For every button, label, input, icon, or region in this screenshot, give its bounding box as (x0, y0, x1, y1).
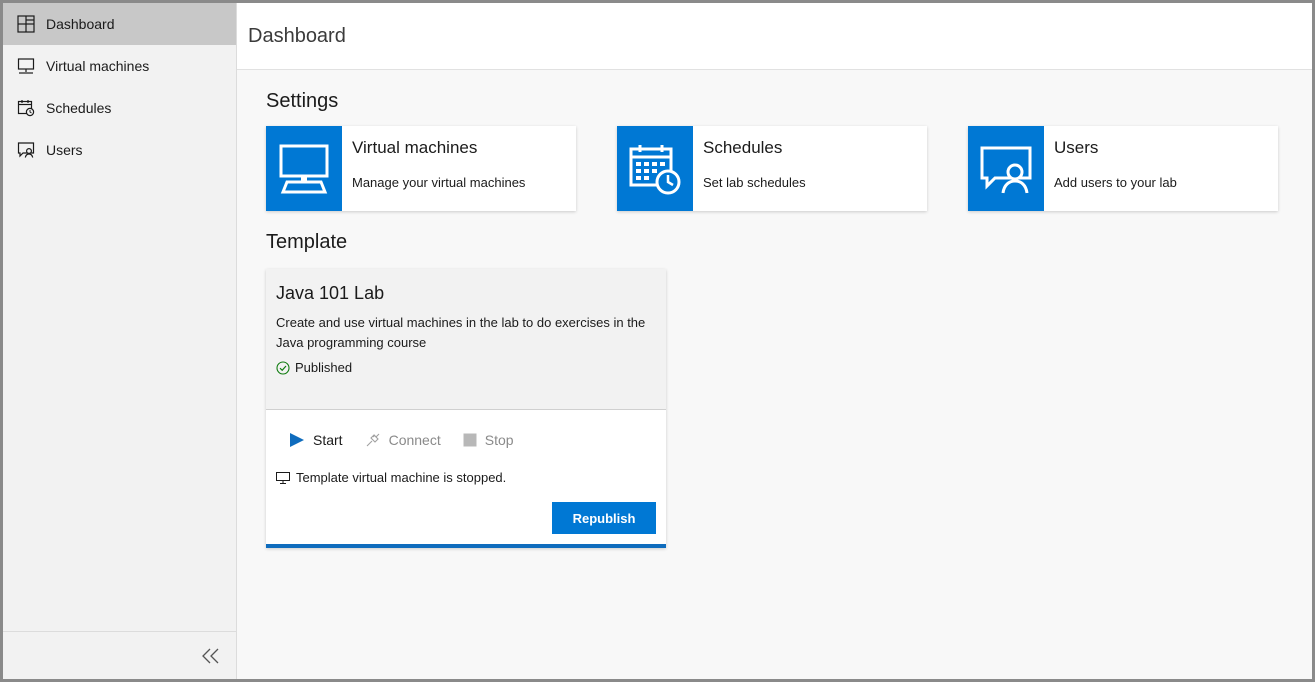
monitor-icon (17, 57, 35, 75)
template-card-header: Java 101 Lab Create and use virtual mach… (266, 269, 666, 410)
sidebar-item-label: Schedules (46, 100, 112, 116)
sidebar-item-users[interactable]: Users (3, 129, 236, 171)
template-card-accent-bar (266, 544, 666, 548)
sidebar-item-virtual-machines[interactable]: Virtual machines (3, 45, 236, 87)
stop-label: Stop (484, 432, 514, 448)
start-button[interactable]: Start (289, 432, 343, 448)
sidebar-item-dashboard[interactable]: Dashboard (3, 3, 236, 45)
template-section-title: Template (266, 231, 348, 253)
play-icon (289, 432, 305, 448)
app-window: Dashboard Virtual machines Schedules Use… (0, 0, 1315, 682)
card-title: Virtual machines (352, 138, 478, 157)
start-label: Start (313, 432, 343, 448)
main-content: Dashboard Settings Virtual machines Mana… (237, 3, 1312, 679)
calendar-clock-icon (17, 99, 35, 117)
calendar-clock-icon (617, 126, 693, 211)
card-description: Manage your virtual machines (352, 175, 526, 190)
template-card-body: Start Connect Stop Template virtual mach… (266, 410, 666, 544)
dashboard-content: Settings Virtual machines Manage your vi… (237, 70, 1312, 548)
users-icon (17, 141, 35, 159)
status-badge: Published (276, 360, 656, 375)
card-title: Users (1054, 138, 1099, 157)
template-description: Create and use virtual machines in the l… (276, 315, 646, 350)
settings-cards: Virtual machines Manage your virtual mac… (266, 126, 1312, 211)
vm-state-text: Template virtual machine is stopped. (296, 470, 507, 485)
plug-icon (365, 432, 381, 448)
sidebar-item-schedules[interactable]: Schedules (3, 87, 236, 129)
card-schedules[interactable]: Schedules Set lab schedules (617, 126, 927, 211)
connect-label: Connect (388, 432, 441, 448)
double-chevron-left-icon[interactable] (200, 645, 222, 667)
stop-icon (463, 433, 477, 447)
stop-button[interactable]: Stop (463, 432, 514, 448)
sidebar-item-label: Virtual machines (46, 58, 150, 74)
users-icon (968, 126, 1044, 211)
page-title: Dashboard (248, 24, 346, 47)
status-label: Published (295, 360, 353, 375)
page-header: Dashboard (237, 3, 1312, 70)
card-description: Set lab schedules (703, 175, 806, 190)
card-users[interactable]: Users Add users to your lab (968, 126, 1278, 211)
vm-state: Template virtual machine is stopped. (276, 470, 656, 485)
card-description: Add users to your lab (1054, 175, 1177, 190)
template-name: Java 101 Lab (276, 283, 385, 303)
republish-button[interactable]: Republish (552, 502, 656, 534)
connect-button[interactable]: Connect (365, 432, 441, 448)
sidebar-footer (3, 631, 236, 679)
settings-section-title: Settings (266, 90, 339, 112)
check-circle-icon (276, 360, 290, 375)
monitor-icon (266, 126, 342, 211)
template-card: Java 101 Lab Create and use virtual mach… (266, 269, 666, 548)
sidebar: Dashboard Virtual machines Schedules Use… (3, 3, 237, 679)
sidebar-item-label: Dashboard (46, 16, 115, 32)
sidebar-item-label: Users (46, 142, 83, 158)
dashboard-icon (17, 15, 35, 33)
vm-actions: Start Connect Stop (276, 410, 656, 448)
card-virtual-machines[interactable]: Virtual machines Manage your virtual mac… (266, 126, 576, 211)
card-title: Schedules (703, 138, 783, 157)
monitor-icon (276, 471, 290, 484)
